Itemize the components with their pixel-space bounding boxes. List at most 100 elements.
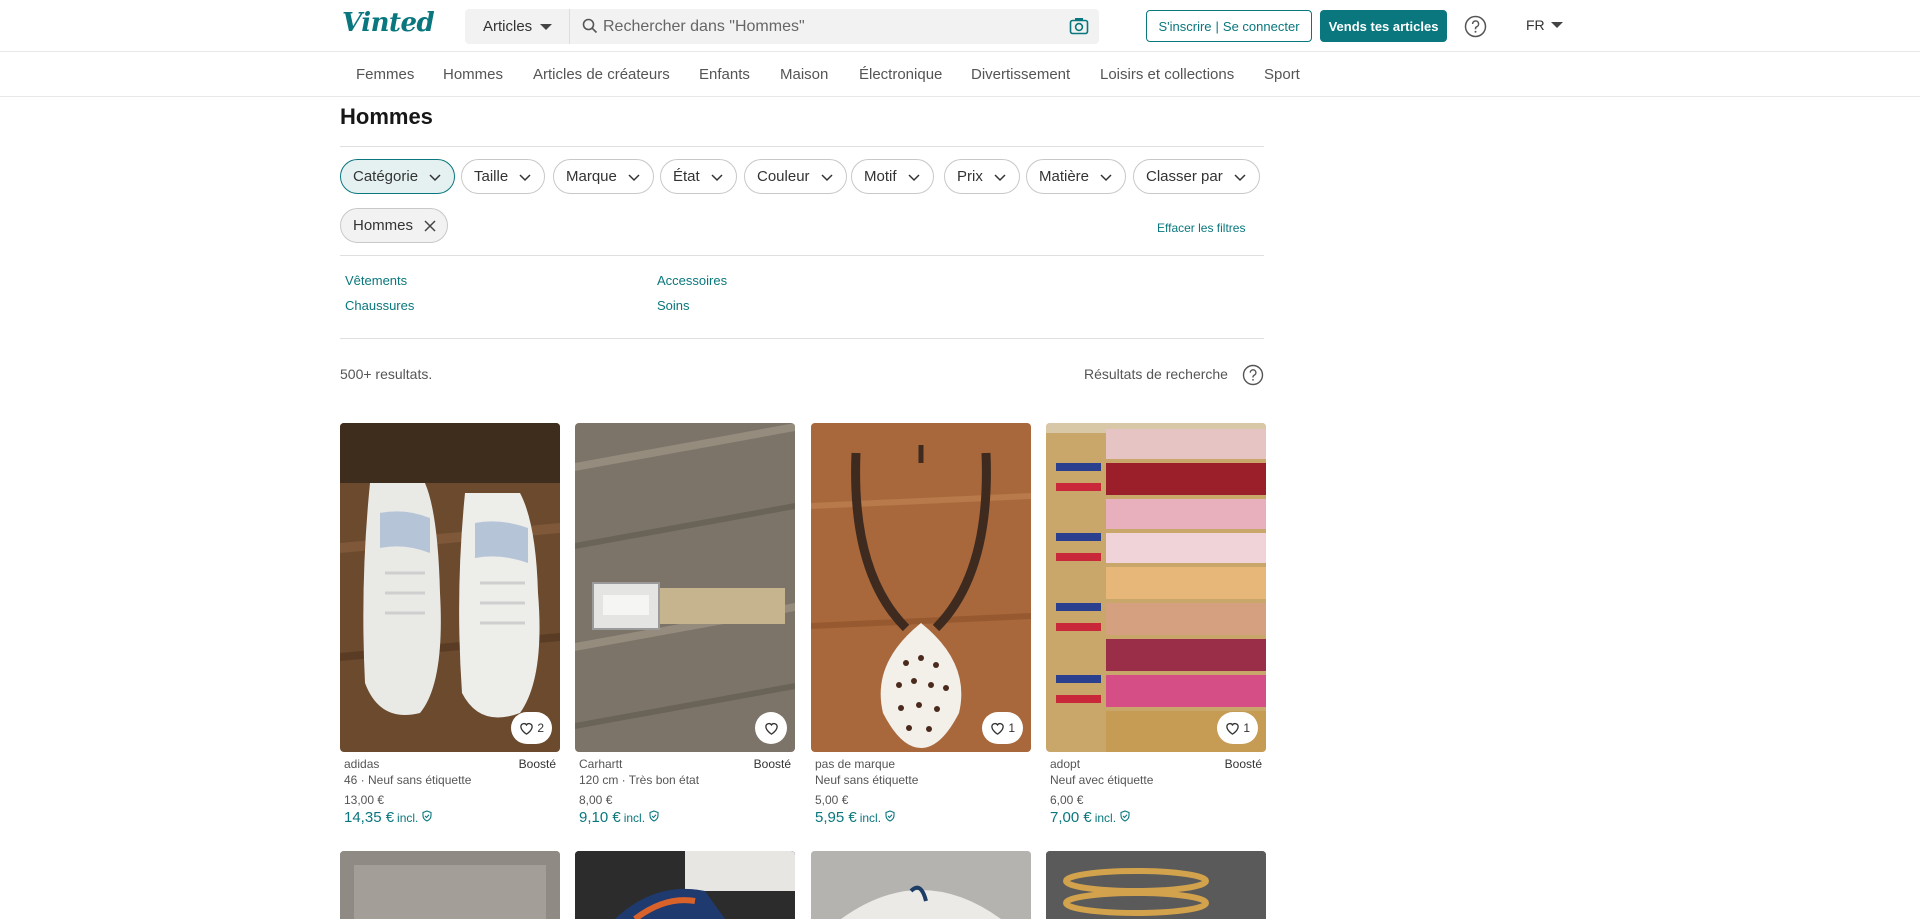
- product-photo[interactable]: [575, 423, 795, 752]
- login-label: Se connecter: [1222, 18, 1300, 34]
- price-incl-value: 9,10 €: [579, 809, 621, 826]
- product-photo[interactable]: [811, 851, 1031, 919]
- filter-etat[interactable]: État: [660, 159, 737, 194]
- clear-filters-link[interactable]: Effacer les filtres: [1157, 221, 1245, 235]
- favorite-button[interactable]: [755, 712, 787, 744]
- product-price-incl[interactable]: 7,00 € incl.: [1050, 809, 1131, 826]
- favorite-button[interactable]: 1: [1217, 712, 1258, 744]
- product-price-incl[interactable]: 9,10 € incl.: [579, 809, 660, 826]
- shield-icon: [422, 810, 432, 822]
- subcategory-vetements[interactable]: Vêtements: [345, 273, 407, 288]
- product-photo[interactable]: [575, 851, 795, 919]
- filter-matiere[interactable]: Matière: [1026, 159, 1127, 194]
- filter-couleur[interactable]: Couleur: [744, 159, 847, 194]
- filter-motif[interactable]: Motif: [851, 159, 934, 194]
- product-price-incl[interactable]: 14,35 € incl.: [344, 809, 433, 826]
- product-brand: pas de marque: [815, 757, 896, 771]
- product-card[interactable]: Carhartt Boosté 120 cm · Très bon état 8…: [575, 423, 795, 833]
- product-meta: 120 cm · Très bon état: [579, 773, 700, 787]
- product-image: [1046, 851, 1266, 919]
- favorite-button[interactable]: 2: [511, 712, 552, 744]
- filter-categorie[interactable]: Catégorie: [340, 159, 456, 194]
- incl-label: incl.: [859, 811, 882, 825]
- nav-item-femmes[interactable]: Femmes: [356, 66, 414, 83]
- filter-taille[interactable]: Taille: [461, 159, 546, 194]
- product-meta: Neuf avec étiquette: [1050, 773, 1154, 787]
- product-photo[interactable]: [340, 851, 560, 919]
- help-icon[interactable]: [1464, 15, 1487, 38]
- chip-label: Hommes: [353, 217, 414, 234]
- filter-classer-par[interactable]: Classer par: [1133, 159, 1260, 194]
- signup-login-button[interactable]: S'inscrire | Se connecter: [1146, 10, 1312, 42]
- chevron-down-icon: [519, 173, 531, 181]
- price-incl-value: 7,00 €: [1050, 809, 1092, 826]
- favorite-count: 2: [537, 721, 544, 735]
- price-incl-value: 14,35 €: [344, 809, 395, 826]
- shield-icon: [1120, 810, 1130, 822]
- divider: [340, 146, 1264, 147]
- subcategory-chaussures[interactable]: Chaussures: [345, 298, 414, 313]
- nav-item-loisirs[interactable]: Loisirs et collections: [1100, 66, 1234, 83]
- vinted-logo[interactable]: Vinted: [342, 8, 435, 38]
- chevron-down-icon: [1100, 173, 1112, 181]
- product-card[interactable]: 1 pas de marque Neuf sans étiquette 5,00…: [811, 423, 1031, 833]
- favorite-count: 1: [1008, 721, 1015, 735]
- filter-label: Couleur: [757, 168, 810, 185]
- filter-label: Taille: [474, 168, 509, 185]
- subcategory-soins[interactable]: Soins: [657, 298, 690, 313]
- nav-item-maison[interactable]: Maison: [780, 66, 828, 83]
- boosted-badge: Boosté: [753, 757, 791, 771]
- chevron-down-icon: [429, 173, 441, 181]
- product-card[interactable]: 1 adopt Boosté Neuf avec étiquette 6,00 …: [1046, 423, 1266, 833]
- filter-prix[interactable]: Prix: [944, 159, 1020, 194]
- shield-icon: [885, 810, 895, 822]
- product-price: 5,00 €: [815, 793, 849, 807]
- incl-label: incl.: [623, 811, 646, 825]
- divider: [340, 338, 1264, 339]
- product-photo[interactable]: [1046, 851, 1266, 919]
- filter-label: Motif: [864, 168, 897, 185]
- product-photo[interactable]: 2: [340, 423, 560, 752]
- caret-down-icon: [540, 23, 553, 30]
- search-category-select[interactable]: Articles: [465, 9, 570, 44]
- favorite-count: 1: [1243, 721, 1250, 735]
- language-select[interactable]: FR: [1526, 17, 1563, 33]
- chevron-down-icon: [1234, 173, 1246, 181]
- language-label: FR: [1526, 17, 1545, 33]
- page-title: Hommes: [340, 104, 433, 129]
- nav-item-sport[interactable]: Sport: [1264, 66, 1300, 83]
- nav-item-divertissement[interactable]: Divertissement: [971, 66, 1070, 83]
- active-filter-chip[interactable]: Hommes: [340, 208, 448, 243]
- filter-label: Marque: [566, 168, 617, 185]
- filter-marque[interactable]: Marque: [553, 159, 654, 194]
- nav-item-electronique[interactable]: Électronique: [859, 66, 942, 83]
- product-card[interactable]: 2 adidas Boosté 46 · Neuf sans étiquette…: [340, 423, 560, 833]
- subcategory-accessoires[interactable]: Accessoires: [657, 273, 727, 288]
- product-price: 13,00 €: [344, 793, 385, 807]
- search-input[interactable]: [603, 9, 1043, 44]
- nav-item-hommes[interactable]: Hommes: [443, 66, 503, 83]
- product-image: [811, 851, 1031, 919]
- nav-item-createurs[interactable]: Articles de créateurs: [533, 66, 670, 83]
- camera-icon[interactable]: [1069, 17, 1089, 35]
- product-image: [340, 423, 560, 752]
- product-photo[interactable]: 1: [811, 423, 1031, 752]
- search-icon: [582, 18, 598, 34]
- product-price: 8,00 €: [579, 793, 613, 807]
- product-price-incl[interactable]: 5,95 € incl.: [815, 809, 896, 826]
- product-meta: 46 · Neuf sans étiquette: [344, 773, 472, 787]
- chevron-down-icon: [628, 173, 640, 181]
- product-brand: adopt: [1050, 757, 1081, 771]
- product-image: [811, 423, 1031, 752]
- help-icon[interactable]: [1242, 364, 1264, 386]
- chevron-down-icon: [994, 173, 1006, 181]
- nav-item-enfants[interactable]: Enfants: [699, 66, 750, 83]
- favorite-button[interactable]: 1: [982, 712, 1023, 744]
- heart-icon: [1226, 722, 1240, 735]
- search-category-label: Articles: [483, 18, 533, 35]
- sell-items-button[interactable]: Vends tes articles: [1320, 10, 1447, 42]
- product-photo[interactable]: 1: [1046, 423, 1266, 752]
- close-icon[interactable]: [423, 219, 437, 233]
- incl-label: incl.: [397, 811, 419, 825]
- incl-label: incl.: [1094, 811, 1117, 825]
